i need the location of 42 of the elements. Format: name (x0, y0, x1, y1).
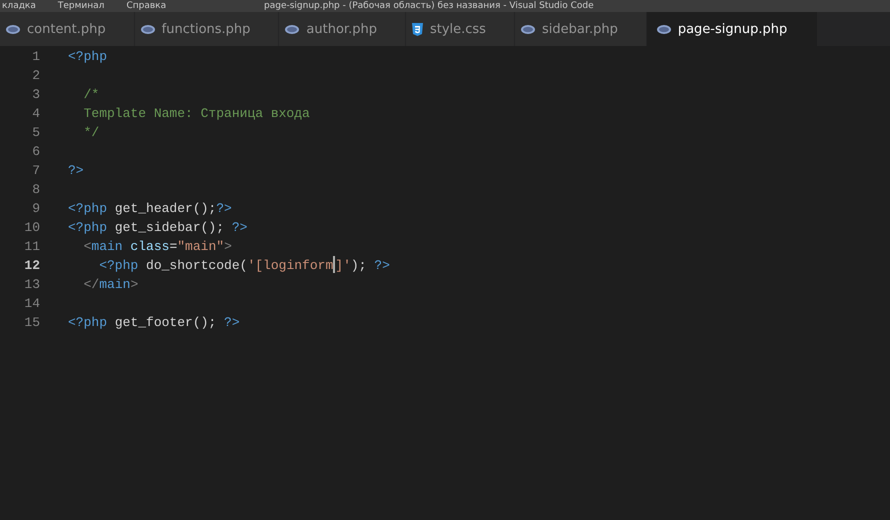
code-line: <?php (68, 48, 108, 66)
code-line: /* (82, 86, 100, 104)
php-file-icon (656, 24, 671, 34)
file-tab[interactable]: sidebar.php (514, 12, 647, 46)
window-title: page-signup.php - (Рабочая область) без названия - Visual Studio Code (264, 0, 594, 12)
line-number: 13 (23, 276, 40, 294)
line-number: 11 (23, 238, 40, 256)
php-file-icon (285, 24, 300, 34)
line-number: 10 (23, 219, 40, 237)
file-tab[interactable]: content.php (0, 12, 135, 46)
line-number: 3 (31, 86, 40, 104)
line-number: 6 (31, 143, 40, 161)
line-number: 12 (23, 257, 40, 275)
file-tab[interactable]: author.php (279, 12, 406, 46)
menu-item[interactable]: Терминал (58, 0, 104, 12)
code-line: Template Name: Страница входа (82, 105, 310, 123)
line-number: 14 (23, 295, 40, 313)
line-number: 7 (31, 162, 40, 180)
file-tab[interactable]: style.css (406, 12, 515, 46)
php-file-icon (6, 24, 20, 34)
line-number: 5 (31, 124, 40, 142)
line-number: 4 (31, 105, 40, 123)
line-number: 15 (23, 314, 40, 332)
file-tab[interactable]: functions.php (134, 12, 280, 46)
code-line: */ (82, 124, 100, 142)
line-number: 2 (31, 67, 40, 85)
code-line: <main class="main"> (82, 238, 232, 256)
menu-item[interactable]: Справка (126, 0, 166, 12)
css-file-icon (412, 22, 423, 36)
code-line: </main> (82, 276, 138, 294)
code-line: <?php get_header();?> (68, 200, 232, 218)
php-file-icon (140, 24, 155, 34)
menu-item[interactable]: кладка (2, 0, 36, 12)
code-line: <?php do_shortcode('[loginform]'); ?> (98, 256, 390, 275)
line-number: 8 (31, 181, 40, 199)
code-line: ?> (68, 162, 84, 180)
php-file-icon (520, 24, 535, 34)
code-line: <?php get_sidebar(); ?> (68, 219, 248, 237)
line-number: 9 (31, 200, 40, 218)
line-number: 1 (31, 48, 40, 66)
code-line: <?php get_footer(); ?> (68, 314, 240, 332)
file-tab[interactable]: page-signup.php (646, 12, 818, 46)
